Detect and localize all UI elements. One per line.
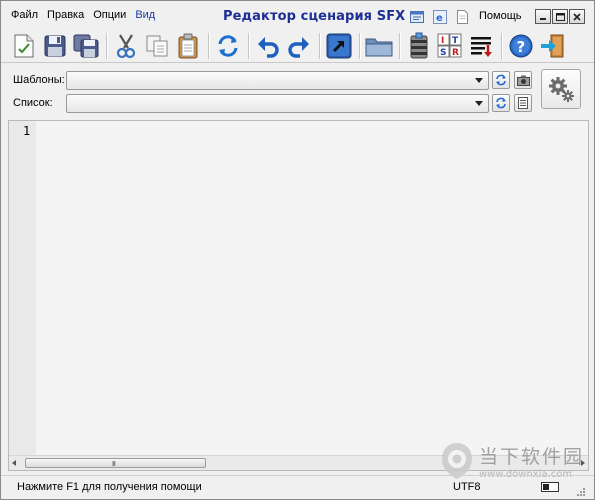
svg-text:T: T xyxy=(452,36,459,46)
new-icon[interactable] xyxy=(9,31,39,61)
svg-text:S: S xyxy=(440,48,446,58)
scrollbar-grip: III xyxy=(112,461,116,468)
keyboard-indicator-icon xyxy=(541,482,559,492)
undo-icon[interactable] xyxy=(253,31,283,61)
menu-edit[interactable]: Правка xyxy=(47,9,84,21)
line-number: 1 xyxy=(23,124,31,138)
help-icon[interactable]: ? xyxy=(506,31,536,61)
paste-icon[interactable] xyxy=(173,31,203,61)
window-list-icon[interactable] xyxy=(409,9,424,24)
document-icon[interactable] xyxy=(455,9,470,24)
list-label: Список: xyxy=(13,97,53,109)
list-icon xyxy=(518,97,528,109)
scroll-left-icon[interactable] xyxy=(12,460,16,466)
list-combobox[interactable] xyxy=(66,94,489,113)
save-icon[interactable] xyxy=(40,31,70,61)
watermark-brand: 当下软件园 xyxy=(479,446,585,468)
chevron-down-icon[interactable] xyxy=(475,101,483,106)
open-link-icon[interactable] xyxy=(324,31,354,61)
copy-icon[interactable] xyxy=(142,31,172,61)
line-number-gutter: 1 xyxy=(9,121,36,456)
templates-capture-button[interactable] xyxy=(514,71,532,89)
menu-file[interactable]: Файл xyxy=(11,9,38,21)
browser-icon[interactable]: e xyxy=(432,9,447,24)
svg-text:R: R xyxy=(452,48,459,58)
minimize-button[interactable] xyxy=(535,9,551,24)
main-toolbar: ITSR ? xyxy=(1,29,594,63)
folder-icon[interactable] xyxy=(364,31,394,61)
refresh-icon xyxy=(496,97,506,109)
cut-icon[interactable] xyxy=(111,31,141,61)
window-controls xyxy=(535,9,586,24)
gears-icon xyxy=(549,77,574,102)
toolbar-separator xyxy=(248,32,249,59)
settings-button[interactable] xyxy=(541,69,581,109)
resize-grip-icon[interactable] xyxy=(576,487,586,500)
redo-icon[interactable] xyxy=(284,31,314,61)
status-hint: Нажмите F1 для получения помощи xyxy=(17,481,202,493)
chevron-down-icon[interactable] xyxy=(475,78,483,83)
status-bar: Нажмите F1 для получения помощи UTF8 xyxy=(1,475,594,499)
exit-icon[interactable] xyxy=(537,31,567,61)
refresh-icon[interactable] xyxy=(213,31,243,61)
selector-panel: Шаблоны: Список: xyxy=(1,65,594,119)
its-r-icon[interactable]: ITSR xyxy=(435,31,465,61)
help-menu[interactable]: Помощь xyxy=(479,10,522,22)
maximize-button[interactable] xyxy=(552,9,568,24)
script-editor[interactable]: 1 III xyxy=(8,120,589,471)
list-view-button[interactable] xyxy=(514,94,532,112)
templates-refresh-button[interactable] xyxy=(492,71,510,89)
list-refresh-button[interactable] xyxy=(492,94,510,112)
save-all-icon[interactable] xyxy=(71,31,101,61)
svg-text:I: I xyxy=(441,36,444,46)
window-title: Редактор сценария SFX xyxy=(223,9,406,24)
menu-options[interactable]: Опции xyxy=(93,9,126,21)
refresh-icon xyxy=(496,74,506,86)
toolbar-separator xyxy=(208,32,209,59)
menu-bar: Файл Правка Опции Вид xyxy=(1,9,164,21)
app-window: Файл Правка Опции Вид Редактор сценария … xyxy=(0,0,595,500)
archive-icon[interactable] xyxy=(404,31,434,61)
close-button[interactable] xyxy=(569,9,585,24)
templates-label: Шаблоны: xyxy=(13,74,65,86)
toolbar-separator xyxy=(359,32,360,59)
camera-icon xyxy=(516,75,530,86)
svg-text:e: e xyxy=(436,13,443,24)
scrollbar-thumb[interactable]: III xyxy=(25,458,206,468)
templates-combobox[interactable] xyxy=(66,71,489,90)
svg-text:?: ? xyxy=(517,38,526,56)
toolbar-separator xyxy=(399,32,400,59)
status-encoding: UTF8 xyxy=(453,481,481,493)
menu-view[interactable]: Вид xyxy=(135,9,155,21)
text-wrap-icon[interactable] xyxy=(466,31,496,61)
toolbar-separator xyxy=(319,32,320,59)
toolbar-separator xyxy=(501,32,502,59)
title-icons: e xyxy=(409,9,478,24)
title-bar: Файл Правка Опции Вид Редактор сценария … xyxy=(1,1,594,29)
toolbar-separator xyxy=(106,32,107,59)
